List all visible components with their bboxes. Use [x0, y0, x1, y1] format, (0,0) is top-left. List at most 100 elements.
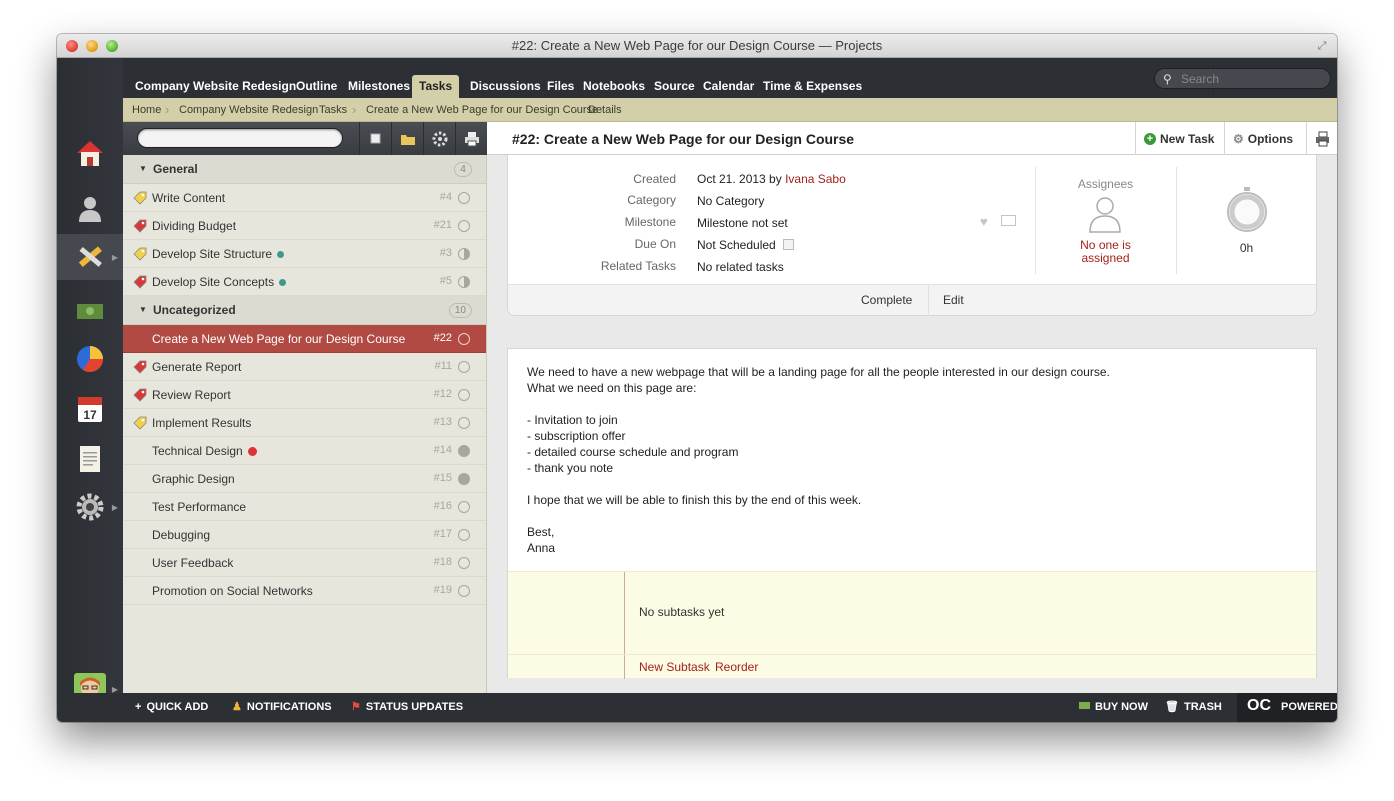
task-label[interactable]: Implement Results [152, 416, 251, 430]
project-name-link[interactable]: Company Website Redesign [128, 75, 303, 98]
task-row[interactable]: User Feedback #18 [123, 549, 486, 577]
task-progress-indicator[interactable] [458, 417, 470, 429]
task-label[interactable]: Debugging [152, 528, 210, 542]
new-subtask-link[interactable]: New Subtask [639, 660, 710, 674]
task-row[interactable]: Review Report #12 [123, 381, 486, 409]
edit-button[interactable]: Edit [943, 293, 964, 307]
filter-input[interactable] [146, 129, 336, 147]
people-icon[interactable] [57, 186, 123, 232]
group-header[interactable]: ▼ General 4 [123, 155, 486, 184]
reports-pie-icon[interactable] [57, 336, 123, 382]
money-icon[interactable] [57, 288, 123, 334]
tab-source[interactable]: Source [647, 75, 702, 98]
task-progress-indicator[interactable] [458, 473, 470, 485]
tab-calendar[interactable]: Calendar [696, 75, 761, 98]
stopwatch-icon[interactable] [1224, 185, 1270, 233]
task-row[interactable]: Create a New Web Page for our Design Cou… [123, 325, 486, 353]
collapse-triangle-icon[interactable]: ▼ [139, 164, 147, 173]
assignees-value[interactable]: No one is assigned [1068, 239, 1143, 265]
buy-now-button[interactable]: BUY NOW [1079, 693, 1148, 722]
home-icon[interactable] [57, 130, 123, 176]
task-progress-indicator[interactable] [458, 585, 470, 597]
task-label[interactable]: Review Report [152, 388, 231, 402]
task-label[interactable]: User Feedback [152, 556, 233, 570]
task-label[interactable]: Create a New Web Page for our Design Cou… [152, 332, 405, 346]
breadcrumb-home[interactable]: Home [132, 98, 161, 122]
minimize-window-button[interactable] [86, 40, 98, 52]
task-row[interactable]: Develop Site Structure #3 [123, 240, 486, 268]
new-task-button[interactable]: + New Task [1135, 122, 1222, 155]
tab-tasks[interactable]: Tasks [412, 75, 460, 98]
tab-notebooks[interactable]: Notebooks [576, 75, 652, 98]
close-window-button[interactable] [66, 40, 78, 52]
task-row[interactable]: Develop Site Concepts #5 [123, 268, 486, 296]
calendar-small-icon[interactable] [783, 239, 795, 250]
task-row[interactable]: Generate Report #11 [123, 353, 486, 381]
gear-icon[interactable] [423, 122, 455, 155]
reorder-link[interactable]: Reorder [715, 660, 758, 674]
settings-gear-icon[interactable]: ▶ [57, 484, 123, 530]
task-row[interactable]: Graphic Design #15 [123, 465, 486, 493]
breadcrumb-tasks[interactable]: Tasks [319, 98, 347, 122]
collapse-triangle-icon[interactable]: ▼ [139, 305, 147, 314]
task-progress-indicator[interactable] [458, 501, 470, 513]
task-label[interactable]: Dividing Budget [152, 219, 236, 233]
complete-button[interactable]: Complete [861, 293, 912, 307]
due-on-value[interactable]: Not Scheduled [697, 238, 795, 252]
task-progress-indicator[interactable] [458, 389, 470, 401]
task-progress-indicator[interactable] [458, 333, 470, 345]
tab-time-expenses[interactable]: Time & Expenses [756, 75, 869, 98]
task-label[interactable]: Generate Report [152, 360, 241, 374]
category-value[interactable]: No Category [697, 194, 764, 208]
fullscreen-icon[interactable]: ⤢ [1315, 39, 1329, 53]
projects-icon[interactable]: ▶ [57, 234, 123, 280]
print-icon[interactable] [455, 122, 487, 155]
task-label[interactable]: Technical Design [152, 444, 257, 458]
task-row[interactable]: Write Content #4 [123, 184, 486, 212]
milestone-value[interactable]: Milestone not set [697, 216, 788, 230]
task-label[interactable]: Develop Site Structure [152, 247, 285, 261]
breadcrumb-project[interactable]: Company Website Redesign [179, 98, 318, 122]
task-row[interactable]: Dividing Budget #21 [123, 212, 486, 240]
favorite-heart-icon[interactable]: ♥ [980, 214, 988, 229]
tab-milestones[interactable]: Milestones [341, 75, 417, 98]
options-button[interactable]: ⚙ Options [1224, 122, 1301, 155]
task-label[interactable]: Test Performance [152, 500, 246, 514]
notes-icon[interactable] [57, 436, 123, 482]
breadcrumb-task[interactable]: Create a New Web Page for our Design Cou… [366, 98, 598, 122]
calendar-icon[interactable]: 17 [57, 386, 123, 432]
task-progress-indicator[interactable] [458, 248, 470, 260]
task-row[interactable]: Technical Design #14 [123, 437, 486, 465]
task-progress-indicator[interactable] [458, 445, 470, 457]
zoom-window-button[interactable] [106, 40, 118, 52]
print-button[interactable] [1306, 122, 1337, 155]
task-row[interactable]: Implement Results #13 [123, 409, 486, 437]
task-label[interactable]: Develop Site Concepts [152, 275, 287, 289]
task-row[interactable]: Promotion on Social Networks #19 [123, 577, 486, 605]
folder-icon[interactable] [391, 122, 423, 155]
task-progress-indicator[interactable] [458, 276, 470, 288]
filter-field[interactable] [137, 128, 343, 148]
task-progress-indicator[interactable] [458, 220, 470, 232]
trash-button[interactable]: 🗑 TRASH [1165, 693, 1222, 722]
created-by-link[interactable]: Ivana Sabo [785, 172, 846, 186]
quick-add-button[interactable]: + QUICK ADD [135, 693, 208, 722]
tab-discussions[interactable]: Discussions [463, 75, 548, 98]
task-progress-indicator[interactable] [458, 192, 470, 204]
search-box[interactable]: ⚲ [1154, 68, 1331, 89]
notifications-button[interactable]: ♟ NOTIFICATIONS [232, 693, 332, 722]
group-header[interactable]: ▼ Uncategorized 10 [123, 296, 486, 325]
status-updates-button[interactable]: ⚑ STATUS UPDATES [351, 693, 463, 722]
task-progress-indicator[interactable] [458, 529, 470, 541]
task-progress-indicator[interactable] [458, 361, 470, 373]
task-label[interactable]: Graphic Design [152, 472, 235, 486]
powered-badge[interactable]: OC POWERED [1237, 693, 1337, 722]
checkbox-view-icon[interactable] [359, 122, 391, 155]
task-label[interactable]: Promotion on Social Networks [152, 584, 313, 598]
task-label[interactable]: Write Content [152, 191, 225, 205]
tab-outline[interactable]: Outline [289, 75, 344, 98]
task-row[interactable]: Debugging #17 [123, 521, 486, 549]
task-row[interactable]: Test Performance #16 [123, 493, 486, 521]
search-input[interactable] [1181, 71, 1321, 87]
email-icon[interactable] [1001, 215, 1016, 226]
